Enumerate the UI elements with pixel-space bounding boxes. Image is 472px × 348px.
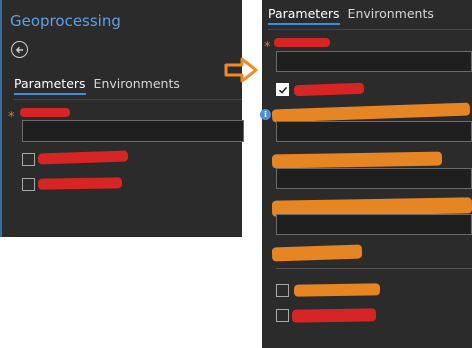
back-arrow-icon [15,46,23,53]
checkbox-option-1[interactable] [22,153,35,166]
required-marker: * [264,40,271,55]
tab-parameters[interactable]: Parameters [268,6,340,25]
input-field[interactable] [276,168,472,189]
redacted-label [293,82,365,97]
redacted-label [37,150,129,165]
geoprocessing-pane-before: Geoprocessing Parameters Environments * [0,0,244,237]
checkbox-option-3[interactable] [276,309,289,322]
tab-parameters[interactable]: Parameters [14,76,86,95]
redacted-label [271,244,363,262]
pane-title: Geoprocessing [10,12,121,30]
right-arrow-icon [224,57,258,83]
info-icon[interactable]: i [260,109,271,120]
tab-environments[interactable]: Environments [348,6,434,25]
redacted-label [274,38,330,47]
tab-divider [14,99,242,100]
checkbox-option-1[interactable] [276,83,289,96]
redacted-label [271,102,471,123]
required-marker: * [8,110,15,125]
input-field[interactable] [276,214,472,235]
back-button[interactable] [11,41,28,58]
redacted-label [271,151,443,169]
geoprocessing-pane-after: Parameters Environments * i [260,0,472,348]
redacted-label [20,108,70,117]
input-field[interactable] [276,121,472,142]
tab-bar: Parameters Environments [14,76,180,95]
redacted-label [291,308,377,323]
tab-bar: Parameters Environments [268,6,434,25]
redacted-label [37,177,123,190]
checkmark-icon [278,86,287,94]
tab-environments[interactable]: Environments [94,76,180,95]
input-field[interactable] [276,51,472,72]
redacted-label [293,283,381,297]
tab-divider [268,29,472,30]
section-divider [276,268,472,269]
checkbox-option-2[interactable] [276,284,289,297]
checkbox-option-2[interactable] [22,178,35,191]
input-field[interactable] [22,120,244,142]
